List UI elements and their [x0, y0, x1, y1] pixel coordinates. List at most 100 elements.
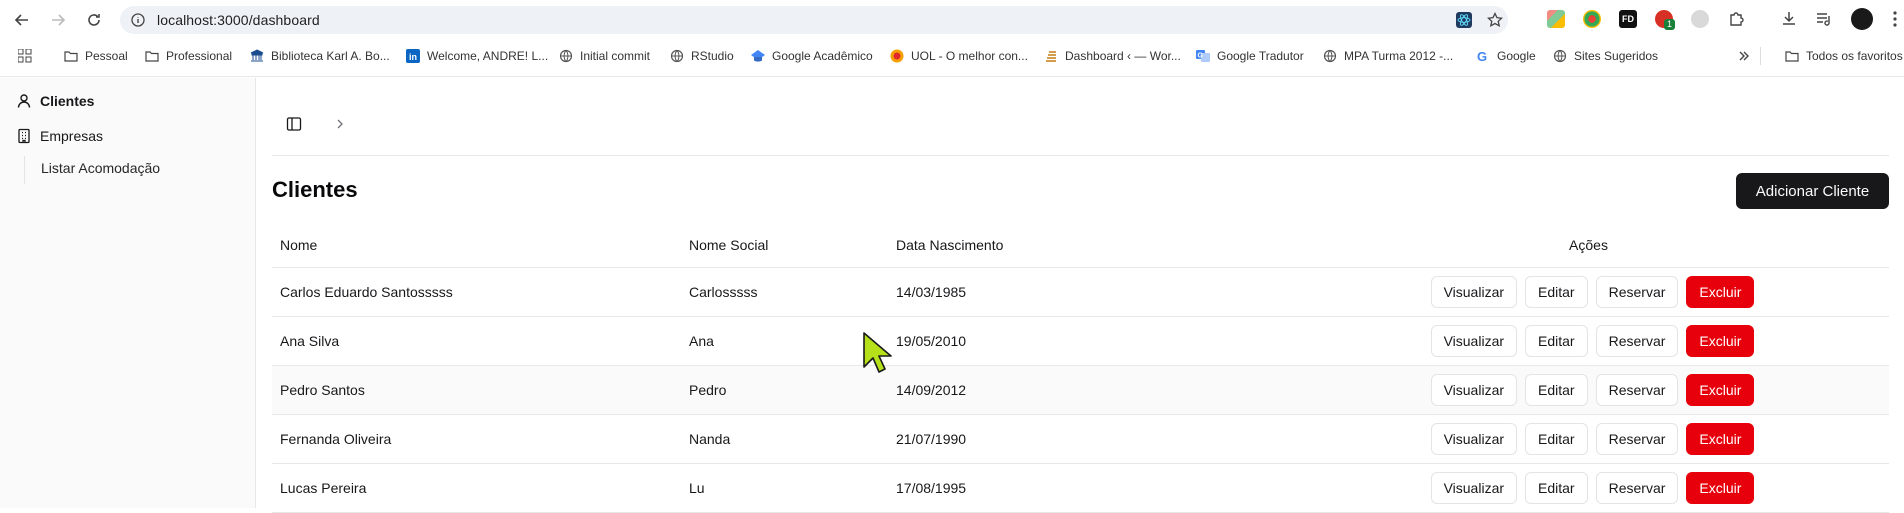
uol-icon [890, 49, 904, 63]
arrow-left-icon [14, 14, 28, 26]
sidebar: Clientes Empresas Listar Acomodação [0, 78, 256, 508]
bookmark-item[interactable]: G Google [1476, 46, 1536, 66]
delete-button[interactable]: Excluir [1686, 324, 1755, 357]
bookmark-label: Professional [166, 49, 233, 63]
svg-text:in: in [409, 52, 417, 62]
react-devtools-icon[interactable] [1456, 12, 1472, 28]
bookmark-item[interactable]: Sites Sugeridos [1553, 46, 1658, 66]
view-button[interactable]: Visualizar [1430, 471, 1518, 504]
bookmark-item[interactable]: RStudio [670, 46, 734, 66]
bookmark-label: Biblioteca Karl A. Bo... [271, 49, 390, 63]
row-actions: Visualizar Editar Reservar Excluir [1296, 324, 1889, 357]
view-button[interactable]: Visualizar [1430, 373, 1518, 406]
main-content: Clientes Adicionar Cliente Nome Nome Soc… [257, 78, 1904, 513]
table-row: Lucas Pereira Lu 17/08/1995 Visualizar Edita… [272, 463, 1889, 513]
star-icon[interactable] [1487, 12, 1503, 28]
cell-data-nascimento: 19/05/2010 [888, 316, 1288, 366]
back-button[interactable] [10, 8, 34, 32]
column-header-nome-social: Nome Social [681, 224, 888, 268]
extension-grid-icon[interactable] [1547, 10, 1565, 28]
table-row: Ana Silva Ana 19/05/2010 Visualizar Editar Re… [272, 316, 1889, 366]
clients-table: Nome Nome Social Data Nascimento Ações C… [272, 224, 1889, 513]
browser-chrome: localhost:3000/dashboard FD 1 Pessoal Pro… [0, 0, 1904, 77]
reload-icon [88, 14, 100, 26]
svg-text:G: G [1198, 53, 1204, 60]
cell-data-nascimento: 14/09/2012 [888, 365, 1288, 415]
edit-button[interactable]: Editar [1525, 471, 1588, 504]
cell-nome: Pedro Santos [272, 365, 681, 415]
extension-circle-icon[interactable] [1691, 10, 1709, 28]
reserve-button[interactable]: Reservar [1595, 324, 1679, 357]
bookmark-label: Sites Sugeridos [1574, 49, 1659, 63]
row-actions: Visualizar Editar Reservar Excluir [1296, 471, 1889, 504]
edit-button[interactable]: Editar [1525, 324, 1588, 357]
cell-data-nascimento: 17/08/1995 [888, 463, 1288, 513]
reserve-button[interactable]: Reservar [1595, 373, 1679, 406]
add-client-button[interactable]: Adicionar Cliente [1736, 173, 1889, 209]
bookmark-item[interactable]: Biblioteca Karl A. Bo... [250, 46, 390, 66]
cell-data-nascimento: 21/07/1990 [888, 414, 1288, 464]
globe-icon [1553, 49, 1567, 63]
folder-icon [64, 51, 78, 62]
bookmarks-bar: Pessoal Professional Biblioteca Karl A. Bo… [0, 44, 1904, 68]
bookmark-item[interactable]: Professional [145, 46, 232, 66]
profile-avatar[interactable] [1851, 8, 1873, 30]
reserve-button[interactable]: Reservar [1595, 471, 1679, 504]
column-header-nome: Nome [272, 224, 681, 268]
globe-icon [559, 49, 573, 63]
delete-button[interactable]: Excluir [1686, 422, 1755, 455]
delete-button[interactable]: Excluir [1686, 471, 1755, 504]
chevron-double-right-icon[interactable] [1738, 50, 1750, 62]
sidebar-toggle-icon[interactable] [286, 116, 302, 132]
media-icon[interactable] [1815, 10, 1833, 28]
more-vert-icon[interactable] [1886, 10, 1904, 28]
column-header-data-nascimento: Data Nascimento [888, 224, 1288, 268]
bookmark-label: Google Acadêmico [772, 49, 873, 63]
edit-button[interactable]: Editar [1525, 275, 1588, 308]
view-button[interactable]: Visualizar [1430, 324, 1518, 357]
cell-nome: Ana Silva [272, 316, 681, 366]
bookmark-item[interactable]: Google Acadêmico [751, 46, 873, 66]
bookmark-label: Todos os favoritos [1806, 49, 1903, 63]
sidebar-item-listar-acomodacao[interactable]: Listar Acomodação [41, 160, 160, 176]
user-icon [17, 94, 31, 108]
bookmark-item[interactable]: Dashboard ‹ — Wor... [1044, 46, 1181, 66]
download-icon[interactable] [1780, 10, 1798, 28]
cell-nome: Carlos Eduardo Santosssss [272, 267, 681, 317]
edit-button[interactable]: Editar [1525, 373, 1588, 406]
breadcrumb-chevron-icon [337, 119, 343, 129]
view-button[interactable]: Visualizar [1430, 275, 1518, 308]
bookmark-item[interactable]: MPA Turma 2012 -... [1323, 46, 1453, 66]
reload-button[interactable] [82, 8, 106, 32]
bookmark-item[interactable]: in Welcome, ANDRE! L... [406, 46, 548, 66]
sidebar-item-clientes[interactable]: Clientes [16, 90, 94, 112]
extension-fd-icon[interactable]: FD [1619, 10, 1637, 28]
sidebar-item-label: Empresas [40, 128, 104, 144]
bookmark-item[interactable]: G Google Tradutor [1196, 46, 1304, 66]
address-bar[interactable]: localhost:3000/dashboard [120, 6, 1508, 34]
site-info-icon[interactable] [130, 12, 146, 28]
cell-nome-social: Pedro [681, 365, 888, 415]
bookmark-label: Initial commit [580, 49, 651, 63]
building-icon [18, 128, 30, 144]
cell-data-nascimento: 14/03/1985 [888, 267, 1288, 317]
delete-button[interactable]: Excluir [1686, 373, 1755, 406]
reserve-button[interactable]: Reservar [1595, 422, 1679, 455]
bookmark-item[interactable]: UOL - O melhor con... [890, 46, 1028, 66]
edit-button[interactable]: Editar [1525, 422, 1588, 455]
extension-badge-icon[interactable]: 1 [1655, 10, 1676, 30]
bookmark-all-favorites[interactable]: Todos os favoritos [1785, 46, 1903, 66]
view-button[interactable]: Visualizar [1430, 422, 1518, 455]
cell-acoes: Visualizar Editar Reservar Excluir [1288, 267, 1889, 317]
forward-button[interactable] [46, 8, 70, 32]
apps-grid-icon[interactable] [18, 49, 32, 63]
delete-button[interactable]: Excluir [1686, 275, 1755, 308]
bookmark-label: Dashboard ‹ — Wor... [1065, 49, 1181, 63]
extension-colors-icon[interactable] [1583, 10, 1601, 28]
bookmark-item[interactable]: Pessoal [64, 46, 128, 66]
bookmark-item[interactable]: Initial commit [559, 46, 650, 66]
sidebar-item-empresas[interactable]: Empresas [16, 125, 103, 147]
table-row: Carlos Eduardo Santosssss Carlosssss 14/03… [272, 267, 1889, 317]
reserve-button[interactable]: Reservar [1595, 275, 1679, 308]
puzzle-icon[interactable] [1727, 10, 1745, 28]
